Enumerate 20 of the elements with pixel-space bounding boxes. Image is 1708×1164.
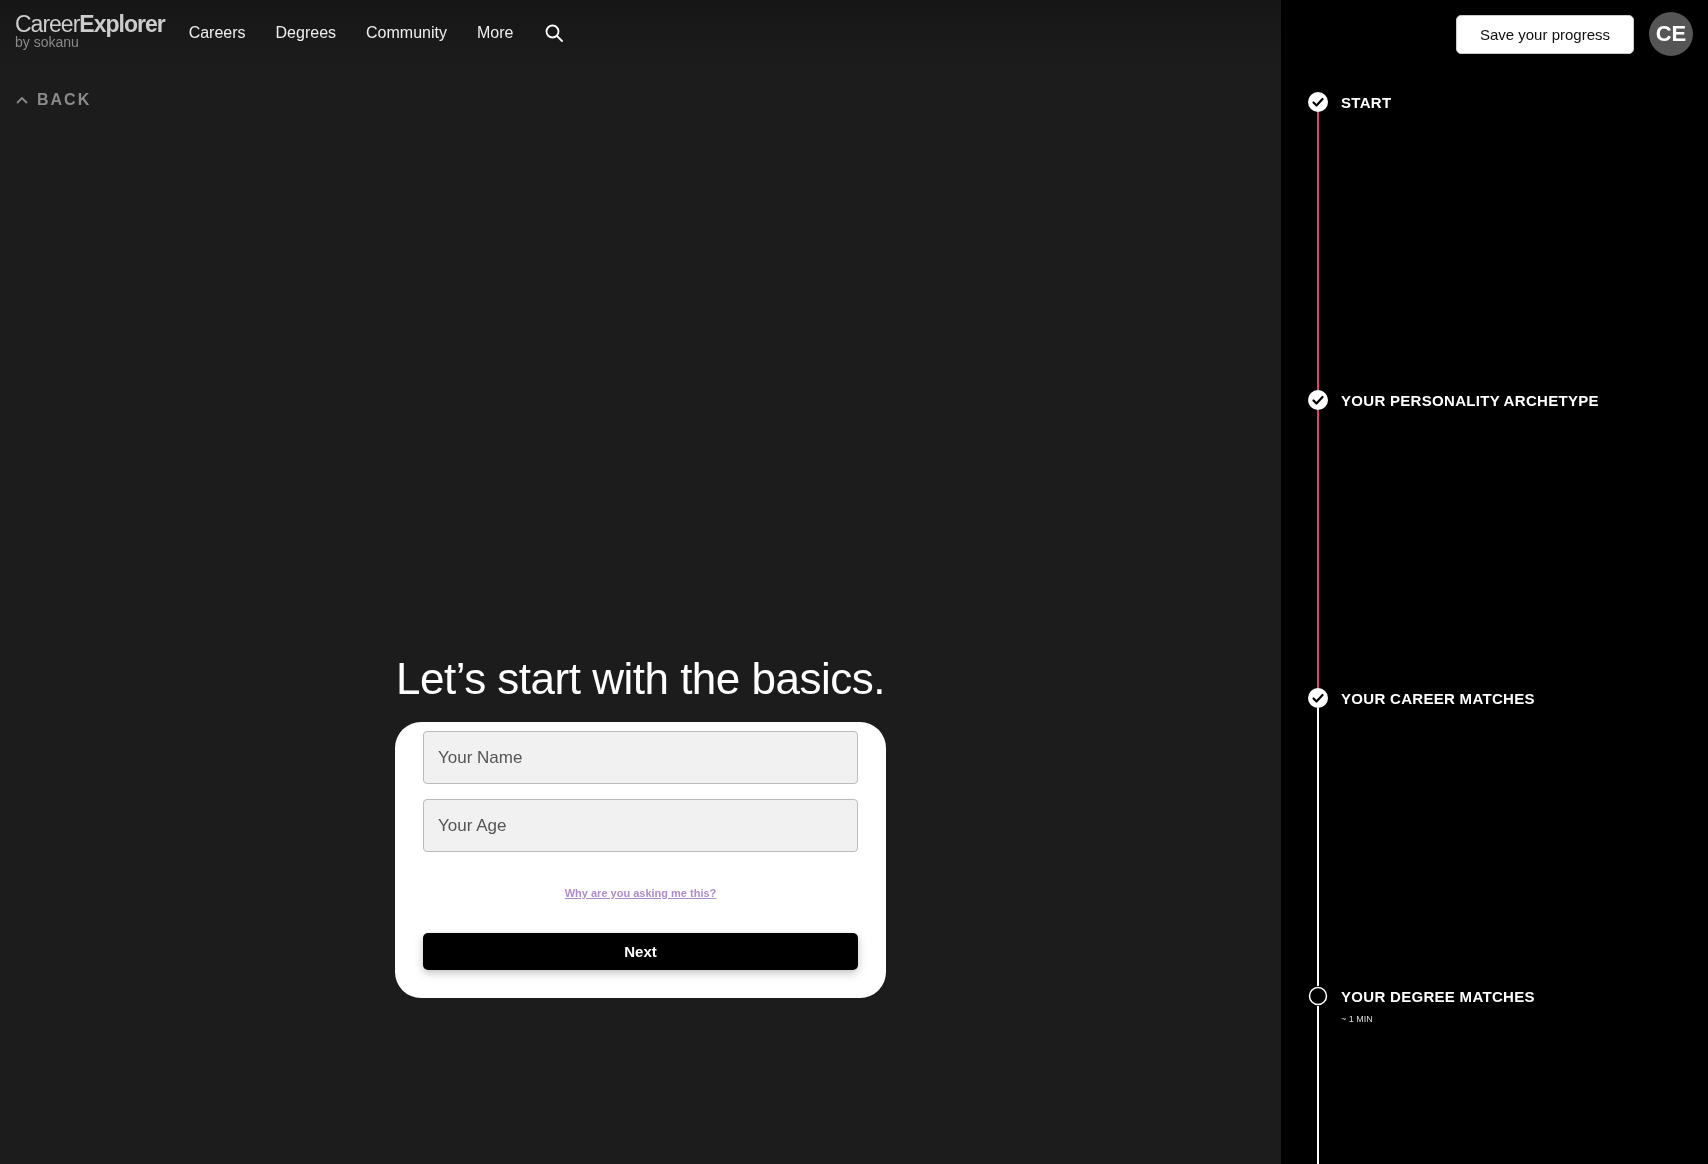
step-label: START — [1341, 94, 1392, 111]
save-progress-button[interactable]: Save your progress — [1455, 14, 1634, 54]
nav-link[interactable]: Degrees — [275, 24, 337, 42]
step-label: YOUR PERSONALITY ARCHETYPE — [1341, 392, 1599, 409]
text-input-field[interactable]: Your Name — [423, 731, 858, 784]
logo-byline: by sokanu — [15, 35, 79, 49]
page-heading: Let’s start with the basics. — [396, 654, 885, 704]
step-label: YOUR CAREER MATCHES — [1341, 690, 1535, 707]
back-link[interactable]: BACK — [37, 91, 92, 109]
next-button[interactable]: Next — [423, 933, 858, 970]
text-input-field[interactable]: Your Age — [423, 799, 858, 852]
search-icon[interactable] — [545, 24, 564, 42]
step-label: YOUR DEGREE MATCHES — [1341, 988, 1535, 1005]
nav-link[interactable]: More — [476, 24, 514, 42]
step-duration: ~ 1 MIN — [1341, 1014, 1374, 1024]
logo-wordmark[interactable]: CareerExplorer — [15, 13, 165, 36]
nav-link[interactable]: Community — [366, 24, 447, 42]
nav-link[interactable]: Careers — [188, 24, 246, 42]
avatar[interactable]: CE — [1649, 12, 1693, 56]
caret-up-icon — [16, 96, 28, 104]
